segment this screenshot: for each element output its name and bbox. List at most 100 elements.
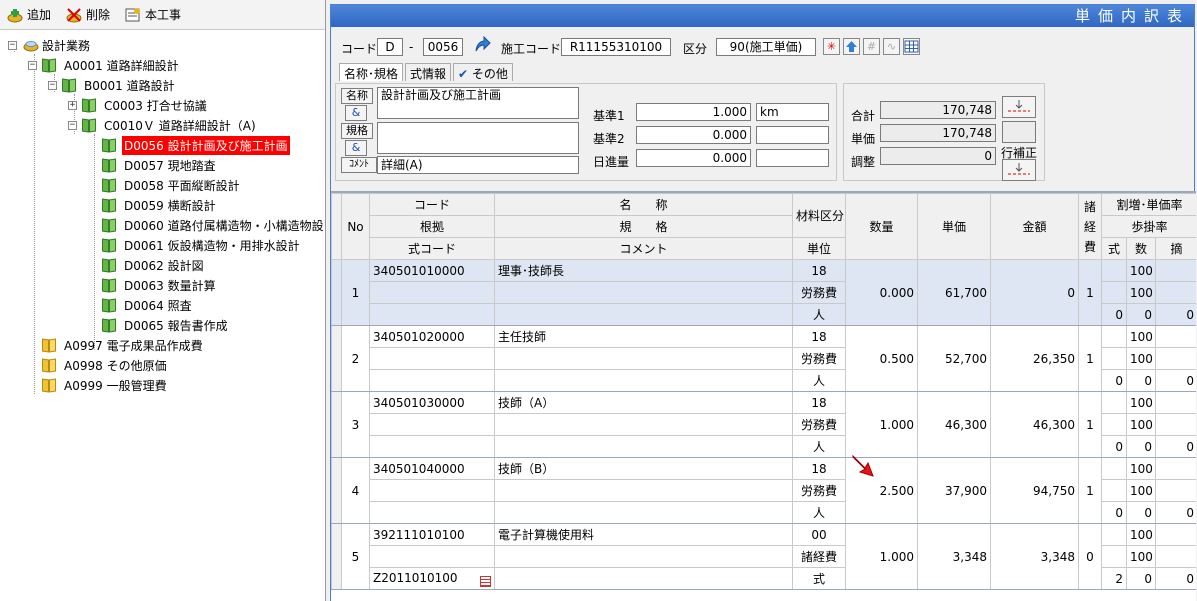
cell-formula-code[interactable] xyxy=(369,369,495,392)
adjust-field[interactable]: 0 xyxy=(880,147,996,165)
cell-basis[interactable] xyxy=(369,413,495,436)
nisshin-unit-field[interactable] xyxy=(756,149,829,167)
cell-step-rate[interactable]: 100 xyxy=(1126,347,1156,370)
cell-teki[interactable]: 0 xyxy=(1154,435,1196,458)
cell-spec[interactable] xyxy=(494,479,793,502)
cell-price[interactable]: 37,900 xyxy=(917,457,991,524)
cell-code[interactable]: 340501030000 xyxy=(369,391,495,414)
cell-material-type[interactable]: 労務費 xyxy=(792,347,846,370)
tree-node-d0065[interactable]: D0065 報告書作成 xyxy=(88,316,230,334)
cell-material-type[interactable]: 労務費 xyxy=(792,479,846,502)
cell-name[interactable]: 技師（A） xyxy=(494,391,793,414)
tree-node-d0061[interactable]: D0061 仮設構造物・用排水設計 xyxy=(88,236,302,254)
cell-qty[interactable]: 0.500 xyxy=(845,325,918,392)
collapse-toggle[interactable]: − xyxy=(8,40,17,50)
cell-comment[interactable] xyxy=(494,369,793,392)
cell-basis[interactable] xyxy=(369,479,495,502)
cell-unit[interactable]: 人 xyxy=(792,501,846,524)
cell-rate[interactable]: 100 xyxy=(1126,523,1156,546)
kijun1-field[interactable]: 1.000 xyxy=(636,103,751,121)
name-field[interactable]: 設計計画及び施工計画 xyxy=(377,87,579,119)
kijun1-unit-field[interactable]: km xyxy=(756,103,829,121)
cell-shiki[interactable]: 0 xyxy=(1101,303,1127,326)
cell-misc[interactable]: 1 xyxy=(1078,391,1102,458)
cell-formula-code[interactable]: Z2011010100 xyxy=(369,567,495,590)
cell-code[interactable]: 340501020000 xyxy=(369,325,495,348)
tree-node-d0060[interactable]: D0060 道路付属構造物・小構造物設 xyxy=(88,216,326,234)
comment-label-button[interactable]: ｺﾒﾝﾄ xyxy=(341,157,377,173)
sekou-code-field[interactable]: R11155310100 xyxy=(561,38,671,56)
table-row[interactable]: 4 340501040000 技師（B） 18 2.500 37,900 94,750 1 10… xyxy=(331,457,1196,524)
tab-name-spec[interactable]: 名称･規格 xyxy=(339,63,404,81)
cell-name[interactable]: 電子計算機使用料 xyxy=(494,523,793,546)
tree-node-d0056[interactable]: D0056 設計計画及び施工計画 xyxy=(88,135,290,155)
cell-formula-code[interactable] xyxy=(369,303,495,326)
cell-basis[interactable] xyxy=(369,281,495,304)
cell-shiki[interactable]: 0 xyxy=(1101,369,1127,392)
tree-node-d0059[interactable]: D0059 横断設計 xyxy=(88,196,218,214)
comment-field[interactable]: 詳細(A) xyxy=(377,156,579,174)
cell-rate[interactable]: 100 xyxy=(1126,457,1156,480)
cell-misc[interactable]: 1 xyxy=(1078,457,1102,524)
cell-basis[interactable] xyxy=(369,545,495,568)
tree-node-d0057[interactable]: D0057 現地踏査 xyxy=(88,156,218,174)
cell-price[interactable]: 61,700 xyxy=(917,259,991,326)
asterisk-icon[interactable]: ✳ xyxy=(823,38,840,55)
spec-amp-button[interactable]: & xyxy=(345,140,367,156)
wave-disabled-icon[interactable]: ∿ xyxy=(883,38,900,55)
tab-other[interactable]: ✔ その他 xyxy=(453,63,513,81)
cell-comment[interactable] xyxy=(494,303,793,326)
cell-price[interactable]: 3,348 xyxy=(917,523,991,590)
cell-teki[interactable]: 0 xyxy=(1154,501,1196,524)
cell-misc[interactable]: 1 xyxy=(1078,259,1102,326)
jump-icon[interactable] xyxy=(473,35,491,57)
formula-table-icon[interactable] xyxy=(480,575,491,587)
cell-spec[interactable] xyxy=(494,545,793,568)
cell-step-rate[interactable]: 100 xyxy=(1126,281,1156,304)
tree-node-d0063[interactable]: D0063 数量計算 xyxy=(88,276,218,294)
cell-material-type[interactable]: 労務費 xyxy=(792,281,846,304)
cell-spec[interactable] xyxy=(494,281,793,304)
cell-amount[interactable]: 3,348 xyxy=(990,523,1079,590)
collapse-toggle[interactable]: − xyxy=(28,60,37,70)
grid-disabled-icon[interactable]: # xyxy=(863,38,880,55)
cell-formula-code[interactable] xyxy=(369,435,495,458)
upload-icon[interactable] xyxy=(843,38,860,55)
code-number-field[interactable]: 0056 xyxy=(423,38,463,56)
tree-node-root[interactable]: − 設計業務 xyxy=(8,36,92,54)
name-label-button[interactable]: 名称 xyxy=(341,88,373,104)
table-row[interactable]: 2 340501020000 主任技師 18 0.500 52,700 26,350 1 100 xyxy=(331,325,1196,392)
cell-comment[interactable] xyxy=(494,435,793,458)
cell-unit[interactable]: 人 xyxy=(792,435,846,458)
cell-teki[interactable]: 0 xyxy=(1154,567,1196,590)
tree-node-a0997[interactable]: A0997 電子成果品作成費 xyxy=(28,336,205,354)
cell-misc[interactable]: 1 xyxy=(1078,325,1102,392)
table-row[interactable]: 3 340501030000 技師（A） 18 1.000 46,300 46,300 1 10… xyxy=(331,391,1196,458)
cell-shiki[interactable]: 0 xyxy=(1101,501,1127,524)
cell-amount[interactable]: 0 xyxy=(990,259,1079,326)
cell-qty[interactable]: 1.000 xyxy=(845,391,918,458)
cell-code[interactable]: 392111010100 xyxy=(369,523,495,546)
cell-material[interactable]: 18 xyxy=(792,391,846,414)
cell-kazu[interactable]: 0 xyxy=(1126,567,1156,590)
spec-label-button[interactable]: 規格 xyxy=(341,123,373,139)
cell-teki[interactable]: 0 xyxy=(1154,303,1196,326)
cell-comment[interactable] xyxy=(494,567,793,590)
nisshin-field[interactable]: 0.000 xyxy=(636,149,751,167)
kubun-field[interactable]: 90(施工単価) xyxy=(716,38,816,56)
cell-kazu[interactable]: 0 xyxy=(1126,501,1156,524)
cell-name[interactable]: 理事･技師長 xyxy=(494,259,793,282)
cell-qty[interactable]: 1.000 xyxy=(845,523,918,590)
cell-basis[interactable] xyxy=(369,347,495,370)
cell-material[interactable]: 18 xyxy=(792,325,846,348)
cell-spec[interactable] xyxy=(494,413,793,436)
tree-node-a0999[interactable]: A0999 一般管理費 xyxy=(28,376,169,394)
tree-node-c0010[interactable]: − C0010Ｖ 道路詳細設計（A) xyxy=(68,116,258,134)
expand-toggle[interactable]: + xyxy=(68,100,77,110)
cell-amount[interactable]: 94,750 xyxy=(990,457,1079,524)
cell-kazu[interactable]: 0 xyxy=(1126,369,1156,392)
cell-shiki[interactable]: 0 xyxy=(1101,435,1127,458)
cell-amount[interactable]: 26,350 xyxy=(990,325,1079,392)
tree-node-c0003[interactable]: + C0003 打合せ協議 xyxy=(68,96,209,114)
cell-step-rate[interactable]: 100 xyxy=(1126,479,1156,502)
